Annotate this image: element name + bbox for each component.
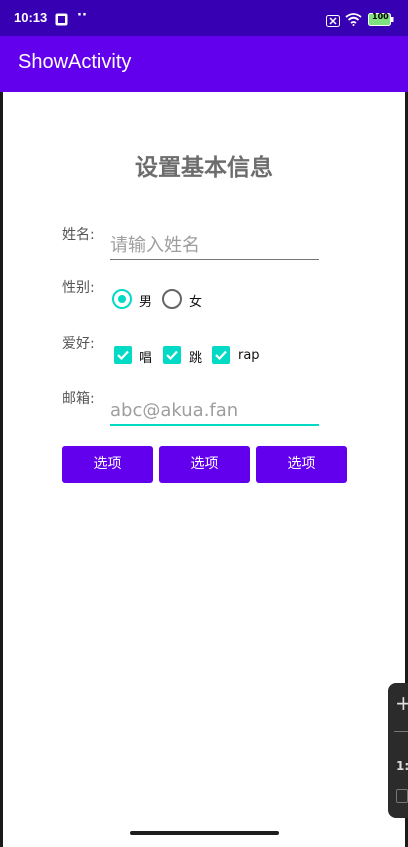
status-bar: 10:13 ·· 100 <box>0 0 408 36</box>
email-label: 邮箱: <box>62 391 95 407</box>
name-input[interactable] <box>110 231 319 260</box>
check-icon <box>117 350 129 361</box>
app-bar: ShowActivity <box>0 36 408 92</box>
checkbox-dance-label: 跳 <box>189 351 203 366</box>
close-box-icon <box>326 12 340 31</box>
floating-tool-panel[interactable]: + 1: <box>388 683 408 818</box>
plus-icon[interactable]: + <box>395 691 408 715</box>
email-input[interactable] <box>110 397 319 426</box>
name-label: 姓名: <box>62 227 95 243</box>
home-indicator[interactable] <box>130 831 279 835</box>
wifi-icon <box>345 11 362 30</box>
checkbox-dance[interactable] <box>163 346 181 364</box>
checkbox-rap-label: rap <box>238 348 260 363</box>
status-time: 10:13 <box>14 10 48 25</box>
tool-divider <box>394 731 408 732</box>
status-dots: ·· <box>77 8 87 23</box>
check-icon <box>215 350 227 361</box>
checkbox-rap[interactable] <box>212 346 230 364</box>
check-icon <box>166 350 178 361</box>
option-button-2[interactable]: 选项 <box>159 446 250 483</box>
notification-app-icon <box>55 11 68 30</box>
radio-female[interactable] <box>162 289 182 309</box>
checkbox-sing-label: 唱 <box>139 351 153 366</box>
app-title: ShowActivity <box>18 51 132 73</box>
option-button-1[interactable]: 选项 <box>62 446 153 483</box>
left-edge <box>0 92 3 847</box>
option-button-3[interactable]: 选项 <box>256 446 347 483</box>
gender-label: 性别: <box>62 280 95 296</box>
radio-male-label: 男 <box>139 295 153 310</box>
page-heading: 设置基本信息 <box>135 155 273 181</box>
checkbox-sing[interactable] <box>114 346 132 364</box>
window-icon[interactable] <box>396 789 408 803</box>
radio-female-label: 女 <box>189 295 203 310</box>
tool-text: 1: <box>396 759 408 773</box>
radio-male[interactable] <box>112 289 132 309</box>
battery-level: 100 <box>372 12 389 21</box>
hobby-label: 爱好: <box>62 336 95 352</box>
